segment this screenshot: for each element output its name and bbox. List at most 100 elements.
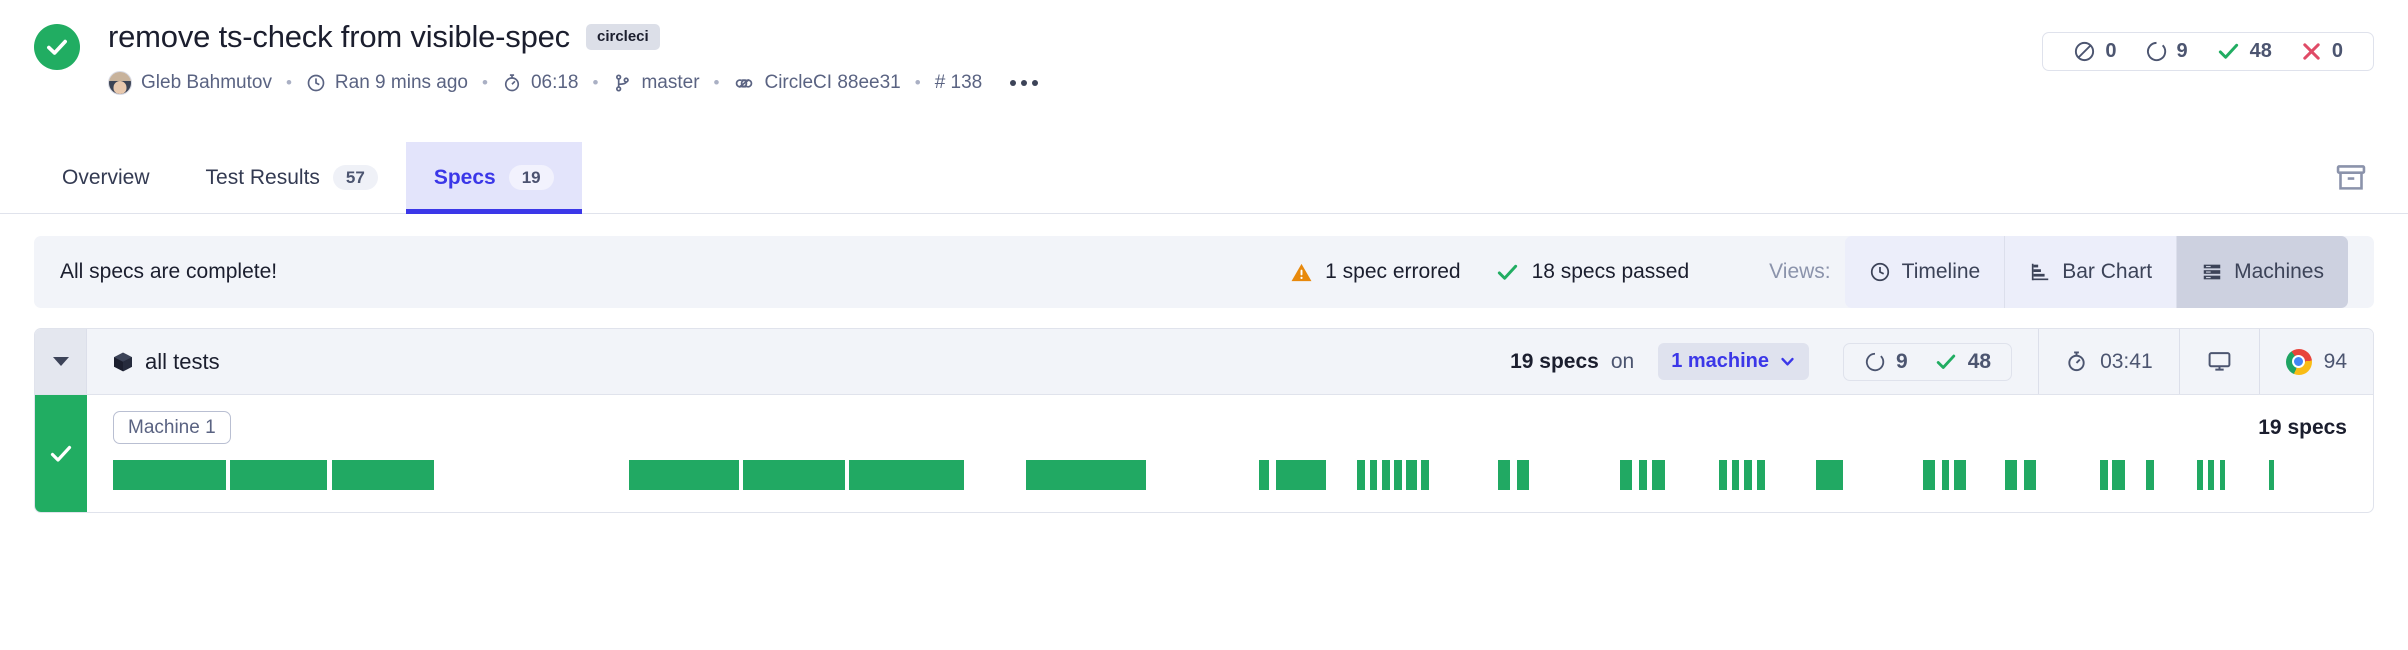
timeline-bar[interactable] <box>1381 460 1390 490</box>
timeline-bar[interactable] <box>1394 460 1402 490</box>
timeline-bar[interactable] <box>1275 460 1327 490</box>
check-icon <box>50 445 72 462</box>
timeline-bar[interactable] <box>1953 460 1967 490</box>
timeline-bar[interactable] <box>230 460 328 490</box>
pending-icon <box>2146 41 2166 62</box>
status-passed-label: 18 specs passed <box>1531 260 1690 283</box>
chrome-icon <box>2285 348 2312 375</box>
meta-separator: • <box>713 73 720 93</box>
timeline-bar[interactable] <box>1619 460 1633 490</box>
timeline-bar[interactable] <box>1357 460 1366 490</box>
passed-icon <box>1936 354 1955 369</box>
timeline-bar[interactable] <box>1731 460 1740 490</box>
group-duration-cell: 03:41 <box>2039 329 2179 394</box>
machine-timeline[interactable] <box>113 460 2347 490</box>
timeline-bar[interactable] <box>2219 460 2226 490</box>
page-title: remove ts-check from visible-spec <box>108 19 570 54</box>
ci-item[interactable]: CircleCI 88ee31 <box>733 72 901 94</box>
view-timeline-button[interactable]: Timeline <box>1844 236 2006 308</box>
group-pending-count: 9 <box>1864 350 1908 374</box>
group-header: all tests 19 specs on 1 machine 9 48 03:… <box>35 329 2373 395</box>
counter-passed-value: 48 <box>2249 40 2272 62</box>
status-errored: 1 spec errored <box>1290 260 1461 284</box>
tab-test-results[interactable]: Test Results 57 <box>178 142 406 213</box>
timeline-bar[interactable] <box>2005 460 2018 490</box>
view-bar-chart-label: Bar Chart <box>2062 260 2153 283</box>
meta-separator: • <box>914 73 921 93</box>
timeline-bar[interactable] <box>1025 460 1147 490</box>
avatar <box>108 71 132 96</box>
monitor-icon <box>2208 352 2231 371</box>
build-number-item: # 138 <box>935 72 983 94</box>
timeline-bar[interactable] <box>1421 460 1429 490</box>
timeline-bar[interactable] <box>629 460 739 490</box>
build-number-label: # 138 <box>934 72 983 94</box>
ci-label: CircleCI 88ee31 <box>764 72 901 94</box>
timeline-bar[interactable] <box>1517 460 1530 490</box>
tab-specs[interactable]: Specs 19 <box>405 142 582 214</box>
check-icon <box>1497 264 1517 280</box>
more-options-button[interactable] <box>1008 74 1040 92</box>
timeline-bar[interactable] <box>2024 460 2037 490</box>
timeline-bar[interactable] <box>1259 460 1270 490</box>
author-name: Gleb Bahmutov <box>141 72 272 94</box>
header-main: remove ts-check from visible-spec circle… <box>108 18 2374 96</box>
group-collapse-button[interactable] <box>35 329 87 394</box>
header-row: remove ts-check from visible-spec circle… <box>34 18 2374 96</box>
timeline-bar[interactable] <box>742 460 845 490</box>
machine-badge[interactable]: Machine 1 <box>113 411 231 444</box>
timeline-bar[interactable] <box>1406 460 1417 490</box>
view-machines-button[interactable]: Machines <box>2177 236 2348 308</box>
timeline-bar[interactable] <box>2208 460 2215 490</box>
timeline-bar[interactable] <box>1652 460 1665 490</box>
stopwatch-icon <box>2068 351 2085 372</box>
timeline-bar[interactable] <box>2112 460 2125 490</box>
timeline-bar[interactable] <box>1816 460 1844 490</box>
caret-down-icon <box>52 357 69 366</box>
clock-icon <box>1870 262 1889 282</box>
timeline-bar[interactable] <box>1638 460 1647 490</box>
meta-separator: • <box>592 73 599 93</box>
branch-icon <box>616 74 630 92</box>
status-counters: 0 9 48 0 <box>2042 32 2374 71</box>
timeline-bar[interactable] <box>2100 460 2108 490</box>
statusbar-wrap: All specs are complete! 1 spec errored 1… <box>0 214 2408 308</box>
dot-icon <box>1032 80 1039 87</box>
group-right: 19 specs on 1 machine 9 48 03:41 94 <box>1484 329 2373 394</box>
timeline-bar[interactable] <box>2197 460 2203 490</box>
passed-icon <box>2218 43 2238 59</box>
run-header: remove ts-check from visible-spec circle… <box>0 0 2408 142</box>
author-item[interactable]: Gleb Bahmutov <box>108 71 272 96</box>
timeline-bar[interactable] <box>1922 460 1935 490</box>
timeline-bar[interactable] <box>849 460 965 490</box>
branch-item[interactable]: master <box>612 72 700 94</box>
timeline-bar[interactable] <box>331 460 434 490</box>
timeline-bar[interactable] <box>1757 460 1766 490</box>
views-toggle-group: Timeline Bar Chart Machines <box>1844 236 2348 308</box>
pending-icon <box>1865 352 1885 371</box>
tab-overview[interactable]: Overview <box>34 142 178 213</box>
timeline-bar[interactable] <box>1743 460 1752 490</box>
status-bar: All specs are complete! 1 spec errored 1… <box>34 236 2374 308</box>
server-icon <box>2203 264 2221 280</box>
timeline-bar[interactable] <box>1498 460 1511 490</box>
timeline-bar[interactable] <box>1719 460 1728 490</box>
link-icon <box>736 79 753 89</box>
archive-button[interactable] <box>2334 163 2368 193</box>
run-meta: Gleb Bahmutov • Ran 9 mins ago • 06:18 •… <box>108 71 2374 96</box>
status-right: 1 spec errored 18 specs passed Views: <box>1290 260 1845 284</box>
machine-select-dropdown[interactable]: 1 machine <box>1658 343 1810 380</box>
timeline-bar[interactable] <box>2145 460 2154 490</box>
timeline-bar[interactable] <box>2268 460 2275 490</box>
group-specs-count: 19 specs <box>1510 350 1599 374</box>
group-mini-counts: 9 48 <box>1843 342 2013 381</box>
status-message: All specs are complete! <box>60 260 278 283</box>
machine-status-indicator <box>35 395 87 512</box>
ran-time-item: Ran 9 mins ago <box>306 72 468 94</box>
timeline-bar[interactable] <box>1941 460 1950 490</box>
view-bar-chart-button[interactable]: Bar Chart <box>2005 236 2178 308</box>
timeline-bar[interactable] <box>1369 460 1378 490</box>
tab-test-results-label: Test Results <box>205 165 320 189</box>
timeline-bar[interactable] <box>113 460 226 490</box>
tab-overview-label: Overview <box>62 165 150 189</box>
